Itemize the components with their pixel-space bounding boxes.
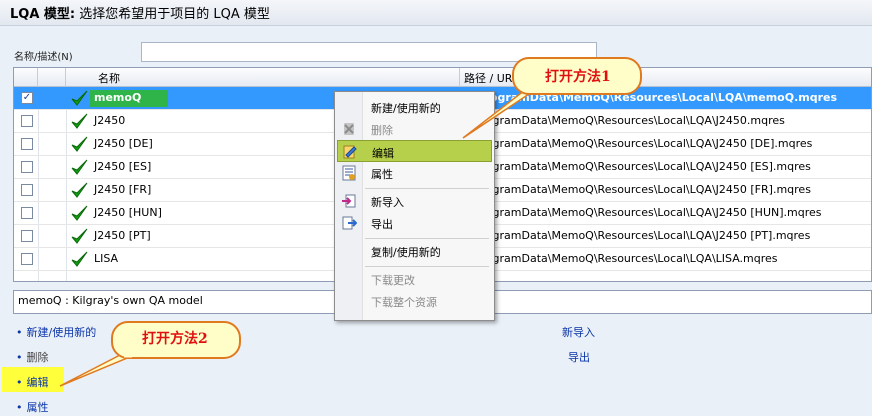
menu-separator xyxy=(365,238,489,239)
checkmark-icon xyxy=(71,90,88,106)
callout-method-2 xyxy=(59,321,241,387)
properties-link[interactable]: • 属性 xyxy=(16,399,49,415)
checkmark-icon xyxy=(71,205,88,221)
checkmark-icon xyxy=(71,228,88,244)
checkmark-icon xyxy=(71,159,88,175)
menu-item-import[interactable]: 新导入 xyxy=(337,190,492,212)
row-path: C:\ProgramData\MemoQ\Resources\Local\LQA… xyxy=(460,229,811,242)
properties-icon xyxy=(342,165,356,181)
grid-header: 名称 路径 / URI xyxy=(14,68,871,87)
row-name: J2450 [DE] xyxy=(94,137,153,150)
callout-method-1-label: 打开方法1 xyxy=(545,69,611,85)
callout-method-2-label: 打开方法2 xyxy=(142,331,208,347)
row-path: C:\ProgramData\MemoQ\Resources\Local\LQA… xyxy=(460,160,811,173)
row-checkbox[interactable] xyxy=(21,207,33,219)
page-header: LQA 模型: 选择您希望用于项目的 LQA 模型 xyxy=(0,0,872,26)
page-title-bold: LQA 模型: xyxy=(10,7,76,22)
export-icon xyxy=(342,216,357,230)
menu-item-download-resource[interactable]: 下载整个资源 xyxy=(337,290,492,312)
checkmark-icon xyxy=(71,182,88,198)
row-name: J2450 [HUN] xyxy=(94,206,162,219)
menu-separator xyxy=(365,266,489,267)
row-name: memoQ xyxy=(90,90,168,107)
menu-separator xyxy=(365,188,489,189)
header-name[interactable]: 名称 xyxy=(66,68,460,87)
checkmark-icon xyxy=(71,136,88,152)
checkmark-icon xyxy=(71,113,88,129)
row-path: C:\ProgramData\MemoQ\Resources\Local\LQA… xyxy=(460,183,811,196)
row-checkbox[interactable] xyxy=(21,184,33,196)
row-name: J2450 [FR] xyxy=(94,183,152,196)
row-path: C:\ProgramData\MemoQ\Resources\Local\LQA… xyxy=(460,252,778,265)
row-checkbox[interactable] xyxy=(21,115,33,127)
edit-icon xyxy=(343,145,357,159)
row-name: LISA xyxy=(94,252,119,265)
filter-label: 名称/描述(N) xyxy=(14,52,73,63)
row-name: J2450 [PT] xyxy=(94,229,151,242)
row-name: J2450 [ES] xyxy=(94,160,152,173)
menu-item-export[interactable]: 导出 xyxy=(337,212,492,234)
menu-item-download-updates[interactable]: 下载更改 xyxy=(337,268,492,290)
page-title-rest: 选择您希望用于项目的 LQA 模型 xyxy=(75,7,270,22)
checkmark-icon xyxy=(71,251,88,267)
menu-item-properties[interactable]: 属性 xyxy=(337,162,492,184)
row-name: J2450 xyxy=(94,114,126,127)
row-checkbox[interactable] xyxy=(21,230,33,242)
export-link[interactable]: 导出 xyxy=(568,349,590,365)
menu-item-clone[interactable]: 复制/使用新的 xyxy=(337,240,492,262)
delete-icon xyxy=(344,123,354,135)
row-checkbox[interactable] xyxy=(21,138,33,150)
row-checkbox[interactable] xyxy=(21,253,33,265)
row-checkbox[interactable]: ✓ xyxy=(21,92,33,104)
callout-method-1 xyxy=(462,57,642,139)
header-checkbox-col[interactable] xyxy=(14,68,38,87)
import-icon xyxy=(342,194,356,208)
header-blank-col[interactable] xyxy=(38,68,66,87)
row-checkbox[interactable] xyxy=(21,161,33,173)
import-link[interactable]: 新导入 xyxy=(562,324,595,340)
row-path: C:\ProgramData\MemoQ\Resources\Local\LQA… xyxy=(460,206,822,219)
